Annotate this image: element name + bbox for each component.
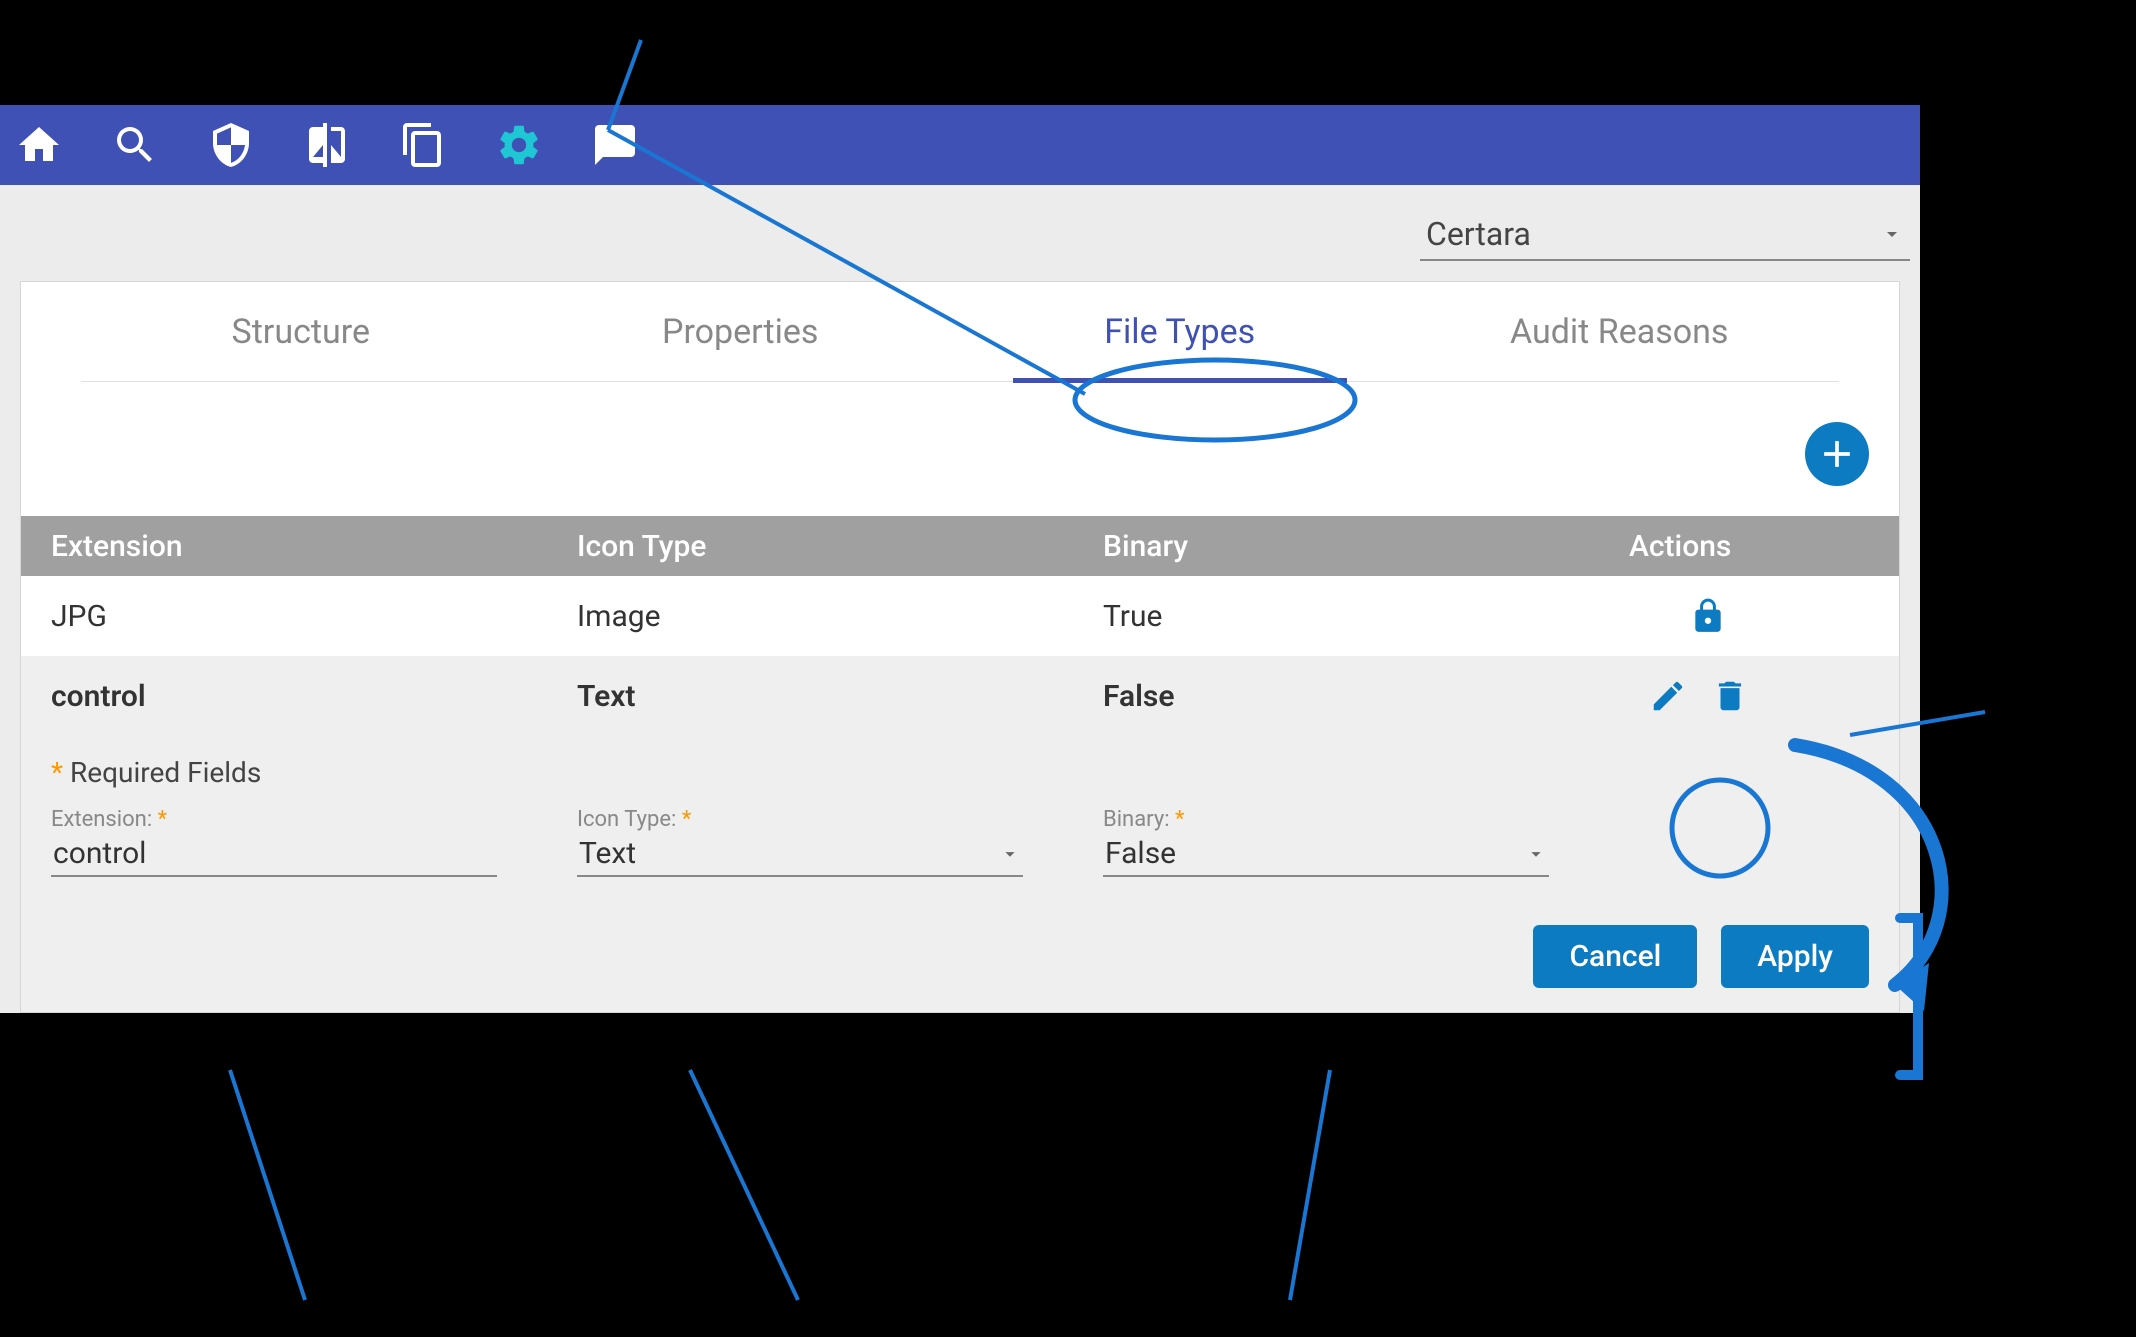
icon-type-label: Icon Type: *	[577, 807, 1023, 832]
chevron-down-icon	[1880, 222, 1904, 246]
gear-icon[interactable]	[495, 121, 543, 169]
shield-icon[interactable]	[207, 121, 255, 169]
delete-icon[interactable]	[1711, 677, 1749, 715]
edit-form: Extension: * Icon Type: * Text Binary: *…	[21, 797, 1899, 907]
main-card: Structure Properties File Types Audit Re…	[20, 281, 1900, 1013]
cell-extension: JPG	[51, 599, 577, 634]
col-actions: Actions	[1629, 529, 1869, 564]
extension-input[interactable]	[51, 832, 497, 877]
table-row[interactable]: control Text False	[21, 656, 1899, 736]
app-window: Certara Structure Properties File Types …	[0, 105, 1920, 1013]
col-extension: Extension	[51, 529, 577, 564]
icon-type-select[interactable]: Text	[577, 832, 1023, 877]
binary-value: False	[1105, 836, 1176, 871]
tab-audit-reasons[interactable]: Audit Reasons	[1400, 282, 1840, 381]
add-row	[21, 382, 1899, 516]
extension-field-wrap: Extension: *	[51, 807, 577, 877]
cell-extension: control	[51, 679, 577, 714]
edit-icon[interactable]	[1649, 677, 1687, 715]
col-binary: Binary	[1103, 529, 1629, 564]
table-header: Extension Icon Type Binary Actions	[21, 516, 1899, 576]
workspace-select[interactable]: Certara	[1420, 215, 1910, 261]
binary-select[interactable]: False	[1103, 832, 1549, 877]
copy-icon[interactable]	[399, 121, 447, 169]
required-asterisk: *	[51, 756, 70, 789]
header-bar	[0, 105, 1920, 185]
file-types-table: Extension Icon Type Binary Actions JPG I…	[21, 516, 1899, 736]
search-icon[interactable]	[111, 121, 159, 169]
table-row[interactable]: JPG Image True	[21, 576, 1899, 656]
cell-actions	[1629, 677, 1869, 715]
binary-field-wrap: Binary: * False	[1103, 807, 1629, 877]
tab-structure[interactable]: Structure	[81, 282, 521, 381]
cell-actions	[1629, 597, 1869, 635]
cell-icon-type: Image	[577, 599, 1103, 634]
home-icon[interactable]	[15, 121, 63, 169]
feedback-icon[interactable]	[591, 121, 639, 169]
chevron-down-icon	[999, 843, 1021, 865]
cell-icon-type: Text	[577, 679, 1103, 714]
icon-type-value: Text	[579, 836, 636, 871]
cell-binary: True	[1103, 599, 1629, 634]
col-icon-type: Icon Type	[577, 529, 1103, 564]
workspace-selected-text: Certara	[1426, 215, 1531, 253]
binary-label: Binary: *	[1103, 807, 1549, 832]
add-button[interactable]	[1805, 422, 1869, 486]
icon-type-field-wrap: Icon Type: * Text	[577, 807, 1103, 877]
cell-binary: False	[1103, 679, 1629, 714]
workspace-row: Certara	[0, 185, 1920, 281]
apply-button[interactable]: Apply	[1721, 925, 1869, 988]
chevron-down-icon	[1525, 843, 1547, 865]
tabs: Structure Properties File Types Audit Re…	[81, 282, 1839, 382]
compare-icon[interactable]	[303, 121, 351, 169]
required-fields-label: * Required Fields	[21, 736, 1899, 797]
lock-icon	[1689, 597, 1727, 635]
tab-file-types[interactable]: File Types	[960, 282, 1400, 381]
plus-icon	[1815, 432, 1859, 476]
tab-properties[interactable]: Properties	[521, 282, 961, 381]
button-row: Cancel Apply	[21, 907, 1899, 1012]
cancel-button[interactable]: Cancel	[1533, 925, 1697, 988]
extension-label: Extension: *	[51, 807, 497, 832]
